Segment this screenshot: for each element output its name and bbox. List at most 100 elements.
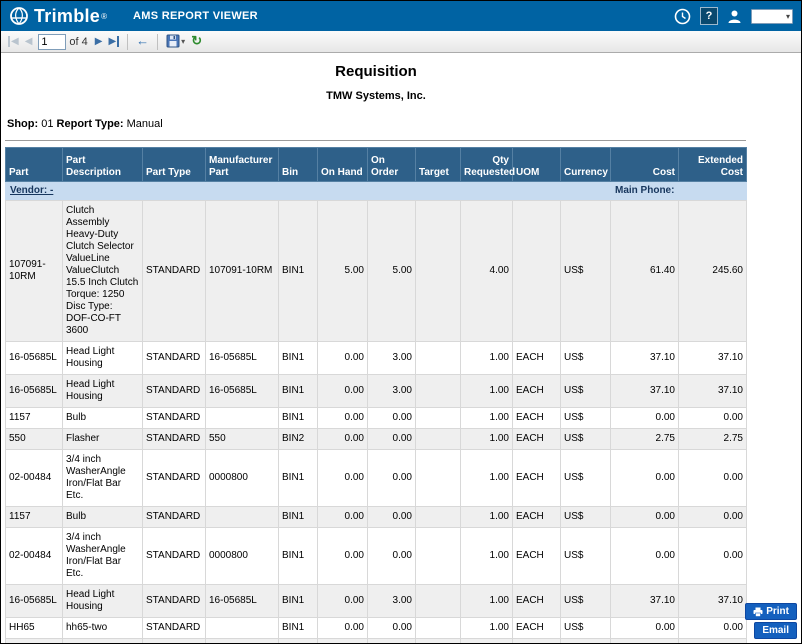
cell-description: Bulb <box>63 408 143 429</box>
app-window: Trimble® AMS REPORT VIEWER ? ▾ ◀ ◀ <box>0 0 802 644</box>
cell-on-hand: 5.00 <box>318 201 368 342</box>
table-row: P134ParentSTANDARDBIN10.000.002.00EACHUS… <box>6 639 747 644</box>
table-row: 107091-10RMClutch Assembly Heavy-Duty Cl… <box>6 201 747 342</box>
report-viewport: Requisition TMW Systems, Inc. Shop: 01 R… <box>1 53 801 643</box>
table-row: 16-05685LHead Light HousingSTANDARD16-05… <box>6 375 747 408</box>
cell-target <box>416 429 461 450</box>
cell-uom: EACH <box>513 639 561 644</box>
refresh-icon: ↻ <box>191 33 202 48</box>
cell-extended-cost: 245.60 <box>679 201 747 342</box>
cell-cost: 61.40 <box>611 201 679 342</box>
cell-part: 1157 <box>6 408 63 429</box>
email-button[interactable]: Email <box>754 622 797 639</box>
cell-target <box>416 408 461 429</box>
cell-bin: BIN1 <box>279 408 318 429</box>
next-page-button[interactable]: ▶ <box>93 33 105 50</box>
cell-currency: US$ <box>561 618 611 639</box>
back-to-parent-button[interactable]: ← <box>134 33 151 50</box>
cell-mfr-part: 550 <box>206 429 279 450</box>
cell-cost: 37.10 <box>611 375 679 408</box>
cell-target <box>416 528 461 585</box>
cell-target <box>416 375 461 408</box>
cell-part: HH65 <box>6 618 63 639</box>
cell-on-order: 0.00 <box>368 408 416 429</box>
cell-part-type: STANDARD <box>143 408 206 429</box>
cell-mfr-part: 16-05685L <box>206 585 279 618</box>
cell-on-hand: 0.00 <box>318 528 368 585</box>
cell-description: Head Light Housing <box>63 585 143 618</box>
cell-on-order: 5.00 <box>368 201 416 342</box>
cell-uom <box>513 201 561 342</box>
cell-on-hand: 0.00 <box>318 342 368 375</box>
cell-on-order: 0.00 <box>368 450 416 507</box>
cell-on-order: 0.00 <box>368 639 416 644</box>
cell-mfr-part <box>206 507 279 528</box>
cell-target <box>416 201 461 342</box>
refresh-button[interactable]: ↻ <box>189 33 204 50</box>
cell-uom: EACH <box>513 507 561 528</box>
cell-on-order: 3.00 <box>368 375 416 408</box>
cell-part: 16-05685L <box>6 375 63 408</box>
registered-mark: ® <box>101 12 107 21</box>
vendor-link[interactable]: Vendor: - <box>10 185 53 196</box>
user-icon <box>727 9 742 24</box>
cell-on-order: 0.00 <box>368 507 416 528</box>
cell-on-order: 0.00 <box>368 528 416 585</box>
cell-qty-requested: 1.00 <box>461 408 513 429</box>
last-page-button[interactable]: ▶ <box>106 33 121 50</box>
export-caret-icon: ▾ <box>181 37 185 46</box>
shop-value: 01 <box>41 118 53 130</box>
col-qty-requested: Qty Requested <box>461 148 513 182</box>
trimble-brand: Trimble® <box>9 6 107 27</box>
cell-uom: EACH <box>513 585 561 618</box>
cell-uom: EACH <box>513 450 561 507</box>
trimble-logo-icon <box>9 6 29 26</box>
user-caret-icon: ▾ <box>786 12 790 21</box>
cell-part: 16-05685L <box>6 585 63 618</box>
cell-mfr-part <box>206 639 279 644</box>
prev-page-button[interactable]: ◀ <box>23 33 35 50</box>
cell-description: Bulb <box>63 507 143 528</box>
first-page-button[interactable]: ◀ <box>6 33 21 50</box>
first-page-icon: ◀ <box>8 36 19 47</box>
export-button[interactable]: ▾ <box>164 33 187 50</box>
cell-qty-requested: 1.00 <box>461 450 513 507</box>
cell-extended-cost: 0.00 <box>679 408 747 429</box>
cell-mfr-part: 0000800 <box>206 450 279 507</box>
report-title: Requisition <box>5 63 747 80</box>
cell-part: P134 <box>6 639 63 644</box>
cell-bin: BIN1 <box>279 375 318 408</box>
cell-qty-requested: 1.00 <box>461 429 513 450</box>
cell-cost: 0.00 <box>611 507 679 528</box>
cell-currency: US$ <box>561 342 611 375</box>
cell-currency: US$ <box>561 585 611 618</box>
cell-cost: 0.00 <box>611 450 679 507</box>
cell-target <box>416 618 461 639</box>
cell-cost: 0.00 <box>611 618 679 639</box>
titlebar: Trimble® AMS REPORT VIEWER ? ▾ <box>1 1 801 31</box>
cell-target <box>416 342 461 375</box>
page-number-input[interactable] <box>38 34 66 50</box>
report-type-label: Report Type: <box>57 118 124 130</box>
cell-description: Clutch Assembly Heavy-Duty Clutch Select… <box>63 201 143 342</box>
user-menu-select[interactable]: ▾ <box>751 9 793 24</box>
col-uom: UOM <box>513 148 561 182</box>
requisition-table: Part Part Description Part Type Manufact… <box>5 147 747 643</box>
table-row: 02-004843/4 inch WasherAngle Iron/Flat B… <box>6 450 747 507</box>
cell-target <box>416 507 461 528</box>
clock-icon[interactable] <box>674 8 691 25</box>
cell-target <box>416 639 461 644</box>
help-button[interactable]: ? <box>700 7 718 25</box>
cell-bin: BIN1 <box>279 507 318 528</box>
cell-target <box>416 450 461 507</box>
print-button[interactable]: Print <box>745 603 797 620</box>
cell-part: 1157 <box>6 507 63 528</box>
col-manufacturer-part: Manufacturer Part <box>206 148 279 182</box>
next-page-icon: ▶ <box>95 36 103 47</box>
cell-cost: 37.10 <box>611 342 679 375</box>
cell-bin: BIN1 <box>279 342 318 375</box>
col-target: Target <box>416 148 461 182</box>
col-currency: Currency <box>561 148 611 182</box>
table-row: 1157BulbSTANDARDBIN10.000.001.00EACHUS$0… <box>6 507 747 528</box>
report-actions: Print Email <box>745 603 797 639</box>
